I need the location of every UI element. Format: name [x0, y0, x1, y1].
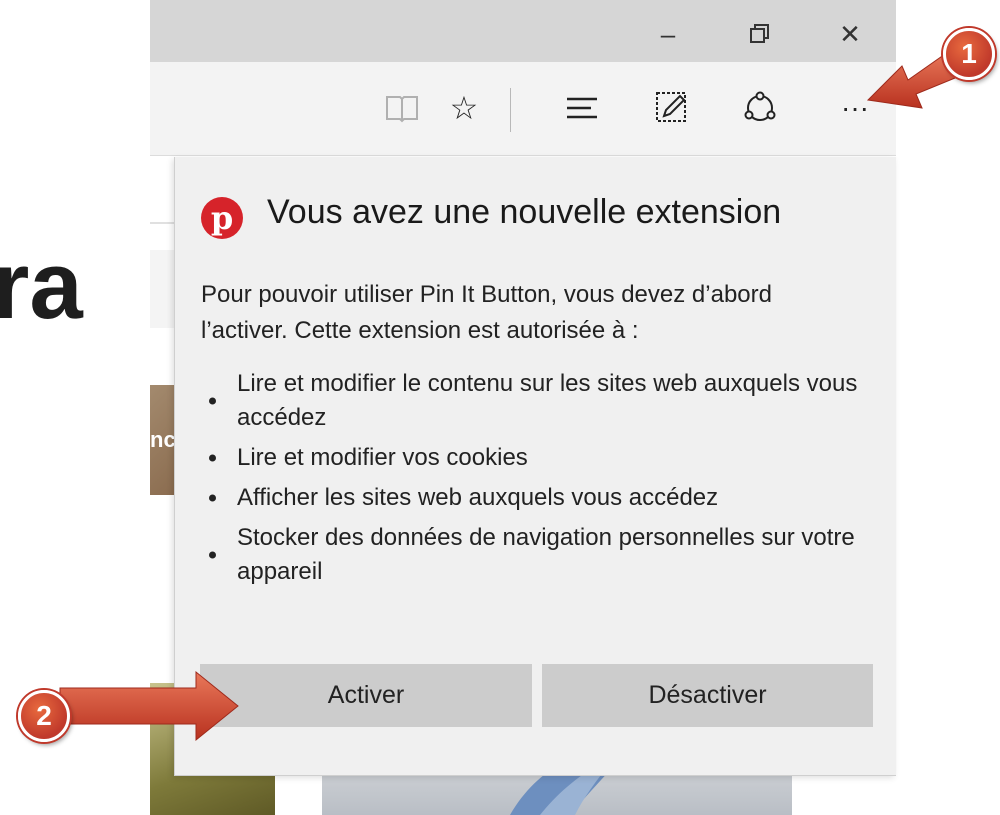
callout-badge-1: 1: [943, 28, 995, 80]
arrow-2-icon: [59, 670, 239, 742]
annotation-arrows: [59, 51, 961, 742]
callout-badge-2: 2: [18, 690, 70, 742]
